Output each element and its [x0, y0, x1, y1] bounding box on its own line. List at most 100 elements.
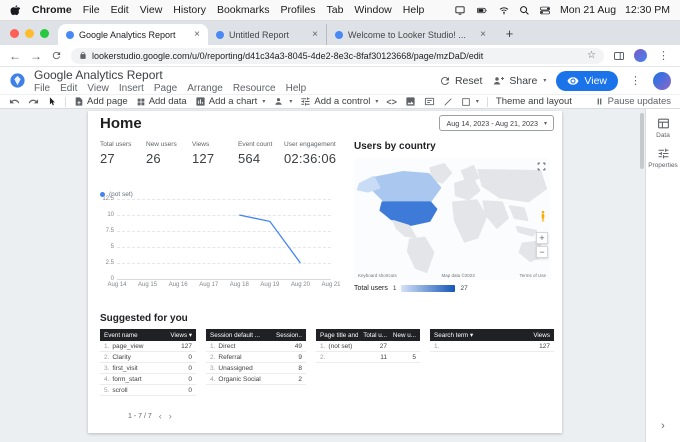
macos-menu-help[interactable]: Help [403, 4, 425, 16]
report-canvas[interactable]: Home Aug 14, 2023 - Aug 21, 2023 ▾ Total… [0, 109, 645, 442]
table-header[interactable]: Total u... [361, 332, 387, 339]
url-text[interactable]: lookerstudio.google.com/u/0/reporting/d4… [92, 51, 582, 61]
image-tool[interactable] [405, 96, 416, 107]
account-avatar[interactable] [653, 71, 671, 90]
menu-view[interactable]: View [87, 83, 109, 94]
canvas-scrollbar[interactable] [640, 113, 644, 169]
terms-of-use-link[interactable]: Terms of Use [519, 273, 546, 278]
geo-chart[interactable]: Users by country + − Keyboard shortcuts … [354, 141, 550, 292]
add-page-button[interactable]: Add page [74, 96, 128, 107]
table-header[interactable]: Views [524, 332, 550, 339]
looker-studio-logo[interactable] [9, 72, 26, 89]
tab-untitled-report[interactable]: Untitled Report × [208, 24, 326, 45]
text-tool[interactable] [424, 96, 435, 107]
add-data-button[interactable]: Add data [136, 96, 187, 107]
map-zoom-in-button[interactable]: + [536, 232, 548, 244]
add-control-button[interactable]: Add a control ▾ [300, 96, 378, 107]
macos-menu-profiles[interactable]: Profiles [280, 4, 315, 16]
back-button[interactable]: ← [9, 50, 21, 62]
pause-updates-button[interactable]: Pause updates [595, 96, 671, 107]
share-button[interactable]: Share ▾ [492, 75, 546, 87]
timeseries-plot[interactable]: 0 2.5 5 7.5 10 12.5 [102, 196, 331, 282]
theme-and-layout-button[interactable]: Theme and layout [496, 96, 572, 107]
line-tool[interactable] [443, 97, 453, 107]
menu-help[interactable]: Help [286, 83, 307, 94]
report-page[interactable]: Home Aug 14, 2023 - Aug 21, 2023 ▾ Total… [88, 111, 562, 433]
suggested-table-0[interactable]: Event name Views ▾ 1. page_view 127 2. Clarity… [100, 329, 196, 396]
forward-button[interactable]: → [30, 50, 42, 62]
reset-button[interactable]: Reset [439, 75, 482, 87]
timeseries-chart[interactable]: (not set) 0 2.5 5 7.5 10 12.5 Aug 14 Aug 15 Aug… [100, 189, 342, 291]
suggested-table-2[interactable]: Page title and s...Total u...New u...1.(… [316, 329, 420, 396]
battery-icon[interactable] [475, 5, 489, 16]
menu-arrange[interactable]: Arrange [187, 83, 223, 94]
community-visualizations-button[interactable]: ▾ [273, 96, 292, 107]
menu-bar-date[interactable]: Mon 21 Aug [560, 4, 616, 16]
browser-menu-icon[interactable]: ⋮ [656, 49, 671, 62]
tab-close-icon[interactable]: × [194, 29, 200, 40]
report-title[interactable]: Google Analytics Report [34, 68, 306, 82]
redo-button[interactable] [28, 96, 39, 107]
view-button[interactable]: View [556, 70, 618, 91]
table-header[interactable]: Event name [104, 332, 163, 339]
suggested-table-1[interactable]: Session default ... Session... 1. Direct 49 2… [206, 329, 306, 396]
scorecard-total-users[interactable]: Total users 27 [100, 141, 146, 166]
menu-insert[interactable]: Insert [119, 83, 144, 94]
previous-page-icon[interactable]: ‹ [159, 411, 162, 421]
window-minimize-button[interactable] [25, 29, 34, 38]
new-tab-button[interactable]: + [501, 25, 518, 42]
table-header[interactable]: Session default ... [210, 332, 273, 339]
url-embed-tool[interactable]: <> [386, 97, 397, 107]
menu-file[interactable]: File [34, 83, 50, 94]
scorecard-new-users[interactable]: New users 26 [146, 141, 192, 166]
panel-tab-data[interactable]: Data [646, 109, 680, 139]
bookmark-star-icon[interactable]: ☆ [587, 50, 596, 61]
tab-welcome-looker-studio[interactable]: Welcome to Looker Studio! ... × [326, 24, 494, 45]
screen-mirroring-icon[interactable] [454, 5, 466, 16]
table-header[interactable]: New u... [390, 332, 416, 339]
next-page-icon[interactable]: › [169, 411, 172, 421]
window-zoom-button[interactable] [40, 29, 49, 38]
map-zoom-out-button[interactable]: − [536, 246, 548, 258]
table-header[interactable]: Session... [276, 332, 302, 339]
scorecard-event-count[interactable]: Event count 564 [238, 141, 284, 166]
panel-tab-properties[interactable]: Properties [646, 139, 680, 169]
reload-button[interactable] [51, 50, 62, 61]
panel-collapse-chevron[interactable]: › [646, 420, 680, 432]
scorecard-user-engagement[interactable]: User engagement 02:36:06 [284, 141, 348, 166]
fullscreen-icon[interactable] [537, 162, 546, 171]
apple-logo-icon[interactable] [10, 4, 21, 16]
macos-menu-history[interactable]: History [173, 4, 206, 16]
browser-profile-avatar[interactable] [634, 49, 647, 62]
control-center-icon[interactable] [539, 5, 551, 16]
site-security-icon[interactable] [79, 51, 87, 60]
scorecard-views[interactable]: Views 127 [192, 141, 238, 166]
macos-menu-window[interactable]: Window [354, 4, 391, 16]
tab-close-icon[interactable]: × [312, 29, 318, 40]
macos-menu-tab[interactable]: Tab [326, 4, 343, 16]
select-cursor-tool[interactable] [47, 96, 57, 107]
menu-bar-time[interactable]: 12:30 PM [625, 4, 670, 16]
header-more-options-icon[interactable]: ⋮ [628, 74, 643, 87]
keyboard-shortcuts-link[interactable]: Keyboard shortcuts [358, 273, 397, 278]
macos-menu-view[interactable]: View [140, 4, 163, 16]
macos-menu-chrome[interactable]: Chrome [32, 4, 72, 16]
tab-close-icon[interactable]: × [480, 29, 486, 40]
add-chart-button[interactable]: Add a chart ▾ [195, 96, 265, 107]
date-range-control[interactable]: Aug 14, 2023 - Aug 21, 2023 ▾ [439, 115, 554, 131]
address-bar[interactable]: lookerstudio.google.com/u/0/reporting/d4… [71, 47, 604, 64]
macos-menu-bookmarks[interactable]: Bookmarks [217, 4, 270, 16]
menu-page[interactable]: Page [154, 83, 177, 94]
tab-google-analytics-report[interactable]: Google Analytics Report × [58, 24, 208, 45]
side-panel-icon[interactable] [613, 50, 625, 62]
world-map[interactable]: + − Keyboard shortcuts Map data ©2023 Te… [354, 158, 550, 280]
street-view-pegman-icon[interactable] [539, 210, 547, 223]
window-close-button[interactable] [10, 29, 19, 38]
table-header[interactable]: Page title and s... [320, 332, 358, 339]
menu-edit[interactable]: Edit [60, 83, 77, 94]
suggested-table-3[interactable]: Search term ▾ Views 1. 127 [430, 329, 554, 396]
undo-button[interactable] [9, 96, 20, 107]
shape-tool[interactable]: ▾ [461, 97, 479, 107]
macos-menu-file[interactable]: File [83, 4, 100, 16]
macos-menu-edit[interactable]: Edit [111, 4, 129, 16]
